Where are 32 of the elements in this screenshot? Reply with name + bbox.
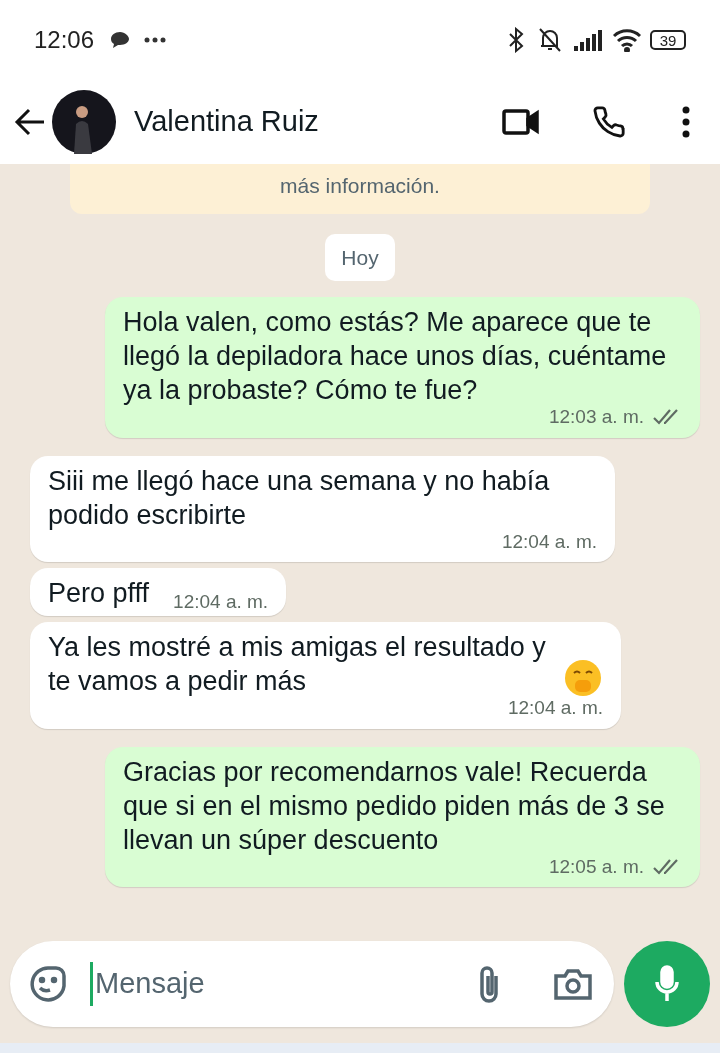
more-dots-icon (144, 37, 167, 43)
message-text: Ya les mostré a mis amigas el resultado y te vamos a pedir más (48, 631, 547, 698)
muted-bell-icon (536, 27, 564, 53)
bluetooth-icon (508, 27, 524, 53)
message-text: Gracias por recomendarnos vale! Recuerda que si en el mismo pedido piden más de 3 se llevan un súper descuento (123, 756, 665, 855)
message-time: 12:03 a. m. (548, 405, 644, 429)
microphone-icon (654, 965, 680, 1003)
message-input[interactable]: Mensaje (10, 941, 614, 1027)
contact-name[interactable]: Valentina Ruiz (134, 100, 319, 144)
message-time: 12:04 a. m. (507, 696, 603, 720)
message-text: Hola valen, como estás? Me aparece que te llegó la depiladora hace unos días, cuéntame ya la probaste? Cómo te fue? (123, 307, 667, 405)
battery-indicator: 39 (650, 30, 686, 50)
sticker-icon[interactable] (28, 964, 68, 1004)
message-text: Pero pfff (48, 577, 150, 610)
wifi-icon (612, 28, 642, 52)
message-icon (110, 31, 131, 49)
avatar[interactable] (52, 90, 116, 154)
message-time: 12:05 a. m. (548, 854, 644, 879)
signal-icon (574, 29, 604, 51)
back-arrow-icon[interactable] (14, 108, 46, 136)
menu-icon[interactable] (682, 106, 690, 138)
message-text: Siii me llegó hace una semana y no había podido escribirte (48, 465, 550, 530)
phone-icon[interactable] (592, 105, 626, 139)
video-call-icon[interactable] (502, 108, 540, 136)
message-field[interactable]: Mensaje (90, 962, 476, 1006)
camera-icon[interactable] (554, 967, 592, 1001)
date-chip: Hoy (325, 233, 395, 281)
message-time: 12:04 a. m. (173, 590, 269, 612)
notice-text: más información. (280, 173, 440, 199)
emoji-icon (563, 658, 603, 698)
message-time: 12:04 a. m. (501, 529, 597, 554)
status-time: 12:06 (34, 25, 95, 55)
